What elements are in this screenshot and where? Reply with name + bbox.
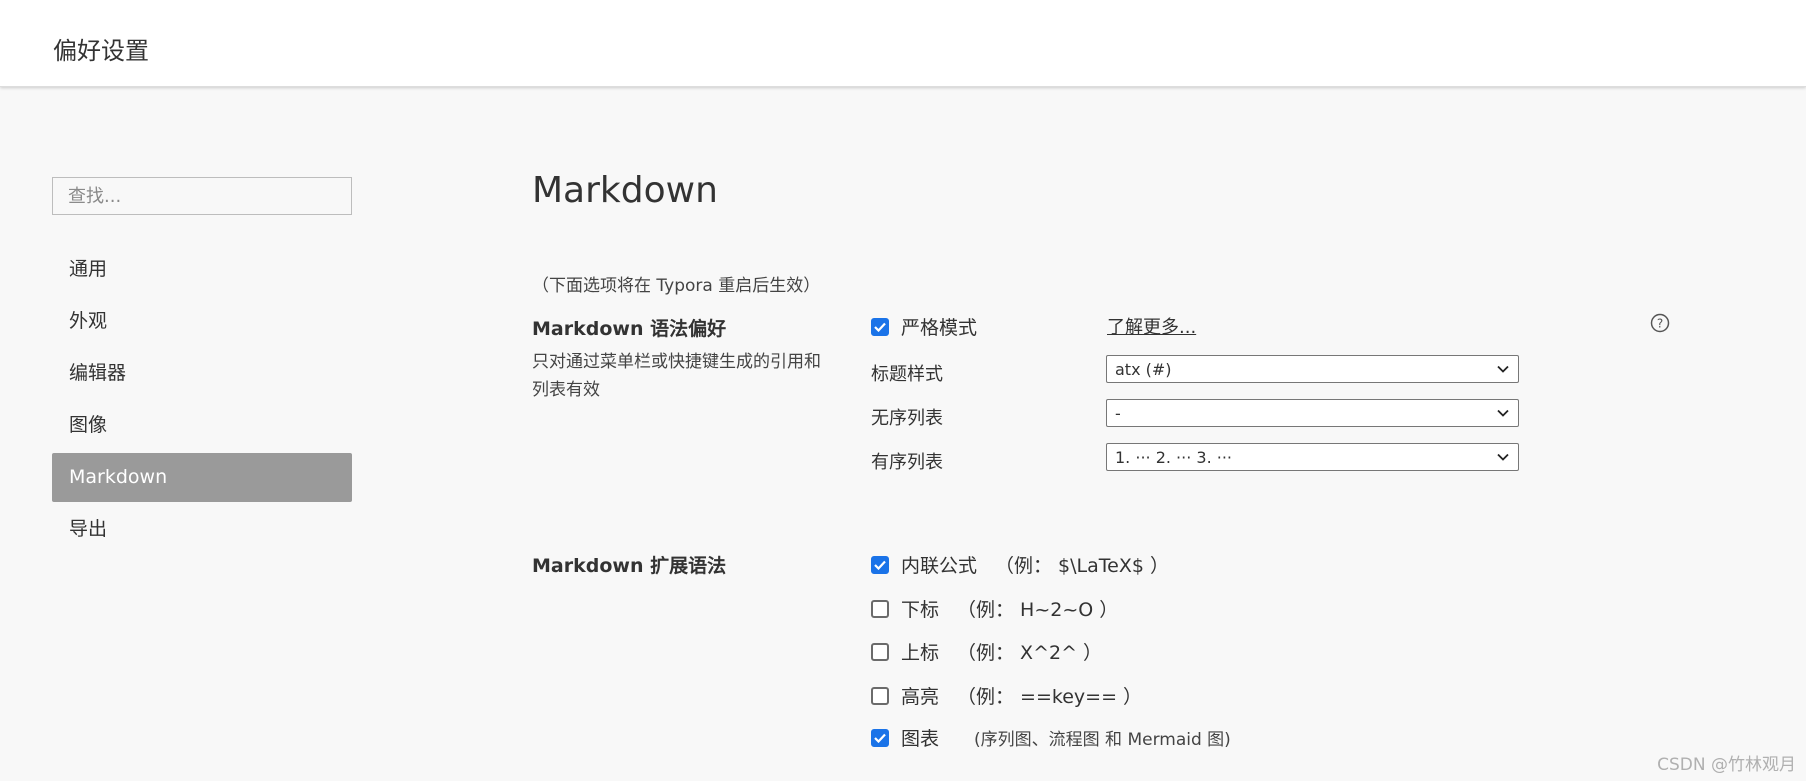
- sidebar-item-markdown[interactable]: Markdown: [52, 453, 352, 502]
- sidebar-item-label: 图像: [69, 414, 108, 436]
- syntax-pref-description: 只对通过菜单栏或快捷键生成的引用和列表有效: [532, 352, 821, 400]
- diagrams-option[interactable]: 图表 (序列图、流程图 和 Mermaid 图): [871, 724, 1231, 751]
- strict-mode-checkbox[interactable]: [871, 317, 889, 336]
- sidebar-item-export[interactable]: 导出: [52, 505, 352, 554]
- sidebar-nav: 通用 外观 编辑器 图像 Markdown 导出: [52, 245, 352, 557]
- watermark: CSDN @竹林观月: [1657, 755, 1796, 775]
- diagrams-checkbox[interactable]: [871, 728, 889, 747]
- inline-math-example: （例： $\LaTeX$ ）: [995, 555, 1169, 577]
- checkmark-icon: [874, 733, 886, 743]
- superscript-example: （例： X^2^ ）: [957, 642, 1103, 664]
- heading-style-value: atx (#): [1115, 359, 1172, 379]
- extensions-title: Markdown 扩展语法: [532, 555, 727, 577]
- svg-text:?: ?: [1657, 317, 1663, 331]
- diagrams-label: 图表: [901, 728, 940, 750]
- strict-mode-label: 严格模式: [901, 317, 978, 339]
- syntax-pref-title: Markdown 语法偏好: [532, 318, 727, 340]
- superscript-checkbox[interactable]: [871, 642, 889, 661]
- highlight-example: （例： ==key== ）: [957, 686, 1143, 708]
- chevron-down-icon: [1497, 365, 1509, 373]
- sidebar-item-appearance[interactable]: 外观: [52, 297, 352, 346]
- diagrams-example: (序列图、流程图 和 Mermaid 图): [974, 730, 1231, 750]
- sidebar-item-label: 外观: [69, 310, 108, 332]
- inline-math-checkbox[interactable]: [871, 555, 889, 574]
- restart-note: （下面选项将在 Typora 重启后生效）: [532, 276, 821, 296]
- sidebar-item-label: Markdown: [69, 466, 168, 488]
- subscript-example: （例： H~2~O ）: [957, 599, 1119, 621]
- superscript-label: 上标: [901, 642, 940, 664]
- inline-math-label: 内联公式: [901, 555, 978, 577]
- heading-style-select[interactable]: atx (#): [1106, 355, 1519, 383]
- heading-style-label: 标题样式: [871, 364, 943, 385]
- subscript-option[interactable]: 下标 （例： H~2~O ）: [871, 595, 1118, 622]
- chevron-down-icon: [1497, 409, 1509, 417]
- sidebar-item-editor[interactable]: 编辑器: [52, 349, 352, 398]
- superscript-option[interactable]: 上标 （例： X^2^ ）: [871, 638, 1102, 665]
- ordered-list-label: 有序列表: [871, 452, 943, 473]
- unordered-list-select[interactable]: -: [1106, 399, 1519, 427]
- inline-math-option[interactable]: 内联公式 （例： $\LaTeX$ ）: [871, 551, 1169, 578]
- learn-more-link[interactable]: 了解更多...: [1107, 313, 1196, 339]
- subscript-checkbox[interactable]: [871, 599, 889, 618]
- ordered-list-select[interactable]: 1. ··· 2. ··· 3. ···: [1106, 443, 1519, 471]
- highlight-label: 高亮: [901, 686, 940, 708]
- checkmark-icon: [874, 322, 886, 332]
- unordered-list-label: 无序列表: [871, 408, 943, 429]
- title-bar: 偏好设置: [0, 0, 1806, 87]
- sidebar-item-label: 通用: [69, 258, 108, 280]
- window-title: 偏好设置: [53, 37, 149, 65]
- strict-mode-option[interactable]: 严格模式: [871, 313, 977, 340]
- sidebar-item-image[interactable]: 图像: [52, 401, 352, 450]
- highlight-option[interactable]: 高亮 （例： ==key== ）: [871, 682, 1142, 709]
- question-circle-icon[interactable]: ?: [1650, 313, 1670, 337]
- search-input[interactable]: [52, 177, 352, 215]
- page-title: Markdown: [532, 170, 718, 211]
- chevron-down-icon: [1497, 453, 1509, 461]
- unordered-list-value: -: [1115, 403, 1121, 423]
- sidebar-item-label: 导出: [69, 518, 108, 540]
- sidebar-item-label: 编辑器: [69, 362, 127, 384]
- highlight-checkbox[interactable]: [871, 686, 889, 705]
- sidebar-item-general[interactable]: 通用: [52, 245, 352, 294]
- subscript-label: 下标: [901, 599, 940, 621]
- ordered-list-value: 1. ··· 2. ··· 3. ···: [1115, 447, 1232, 467]
- checkmark-icon: [874, 560, 886, 570]
